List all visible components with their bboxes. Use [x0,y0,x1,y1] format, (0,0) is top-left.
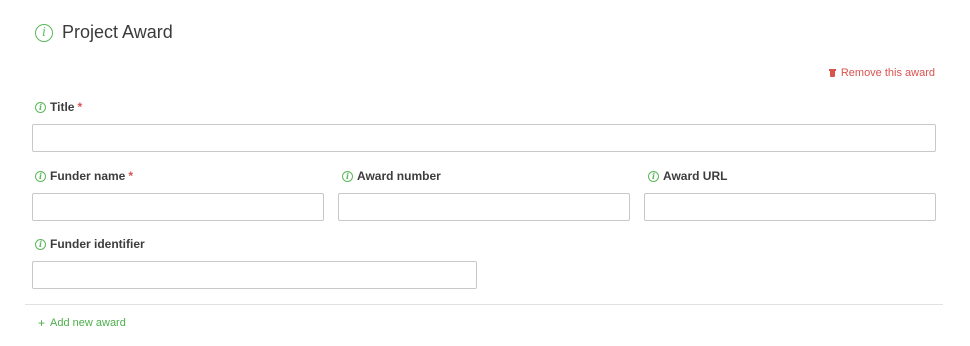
plus-icon: + [38,316,46,330]
trash-icon [828,69,836,77]
award-url-input[interactable] [644,193,936,221]
info-icon[interactable]: i [35,23,53,42]
info-icon[interactable]: i [342,170,353,182]
title-label: i Title * [35,100,82,114]
award-number-input[interactable] [338,193,630,221]
title-label-text: Title [50,100,75,114]
award-url-label-text: Award URL [663,169,728,183]
award-number-label: i Award number [342,169,441,183]
info-icon[interactable]: i [35,170,46,182]
funder-name-input[interactable] [32,193,324,221]
title-input[interactable] [32,124,936,152]
add-award-link[interactable]: + Add new award [38,317,126,329]
funder-name-label: i Funder name * [35,169,133,183]
award-number-label-text: Award number [357,169,441,183]
required-marker: * [128,169,134,183]
info-icon[interactable]: i [35,101,46,113]
info-icon[interactable]: i [35,238,46,250]
award-url-label: i Award URL [648,169,727,183]
remove-award-link[interactable]: Remove this award [828,67,935,79]
required-marker: * [77,100,83,114]
funder-identifier-label: i Funder identifier [35,237,145,251]
section-header: i Project Award [35,22,173,43]
add-award-label: Add new award [50,317,126,329]
info-icon[interactable]: i [648,170,659,182]
divider [25,304,943,305]
funder-identifier-label-text: Funder identifier [50,237,145,251]
funder-name-label-text: Funder name [50,169,126,183]
funder-identifier-input[interactable] [32,261,477,289]
section-title: Project Award [62,22,173,42]
remove-award-label: Remove this award [840,67,935,79]
